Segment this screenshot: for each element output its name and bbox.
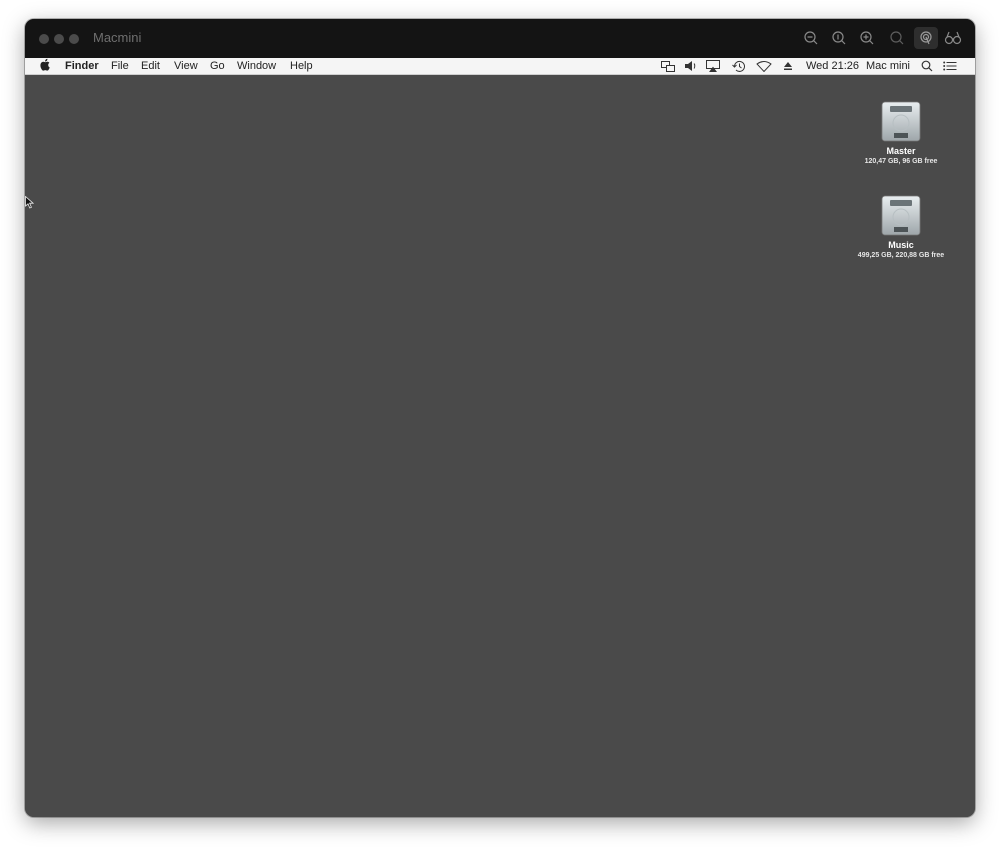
window-title: Macmini — [93, 30, 142, 45]
desktop-disk-music[interactable]: Music 499,25 GB, 220,88 GB free — [841, 194, 961, 261]
menu-help[interactable]: Help — [290, 59, 313, 73]
desktop[interactable]: Master 120,47 GB, 96 GB free Music 499,2… — [25, 75, 975, 817]
menu-finder[interactable]: Finder — [65, 59, 99, 73]
close-button[interactable] — [39, 34, 49, 44]
menu-go[interactable]: Go — [210, 59, 225, 73]
wifi-icon[interactable] — [756, 59, 772, 73]
menu-view[interactable]: View — [174, 59, 198, 73]
hard-drive-icon — [881, 195, 921, 236]
hard-drive-icon — [881, 101, 921, 142]
time-machine-icon[interactable] — [731, 59, 747, 73]
disk-name: Music — [888, 240, 914, 250]
disk-info: 499,25 GB, 220,88 GB free — [857, 252, 945, 259]
list-icon[interactable] — [942, 59, 958, 73]
zoom-actual-icon[interactable] — [829, 28, 849, 48]
screen-sharing-window: Macmini Finder File Edit View Go Window … — [25, 19, 975, 817]
zoom-in-icon[interactable] — [857, 28, 877, 48]
mouse-cursor-icon — [25, 195, 35, 214]
menu-edit[interactable]: Edit — [141, 59, 160, 73]
menubar-clock[interactable]: Wed 21:26 — [806, 59, 859, 73]
zoom-fit-icon[interactable] — [887, 28, 907, 48]
zoom-out-icon[interactable] — [801, 28, 821, 48]
title-bar[interactable]: Macmini — [25, 19, 975, 58]
volume-icon[interactable] — [683, 59, 699, 73]
touch-pointer-icon[interactable] — [914, 27, 938, 49]
disk-name: Master — [886, 146, 916, 156]
eject-icon[interactable] — [780, 59, 796, 73]
minimize-button[interactable] — [54, 34, 64, 44]
menu-file[interactable]: File — [111, 59, 129, 73]
menubar-user[interactable]: Mac mini — [866, 59, 910, 73]
desktop-disk-master[interactable]: Master 120,47 GB, 96 GB free — [841, 100, 961, 167]
menu-window[interactable]: Window — [237, 59, 276, 73]
disk-info: 120,47 GB, 96 GB free — [864, 158, 938, 165]
menu-bar: Finder File Edit View Go Window Help Wed… — [25, 58, 975, 75]
screen-mirroring-icon[interactable] — [660, 59, 676, 73]
binoculars-icon[interactable] — [943, 28, 963, 48]
apple-icon[interactable] — [40, 58, 51, 75]
zoom-button[interactable] — [69, 34, 79, 44]
search-icon[interactable] — [919, 59, 935, 73]
airplay-icon[interactable] — [705, 59, 721, 73]
